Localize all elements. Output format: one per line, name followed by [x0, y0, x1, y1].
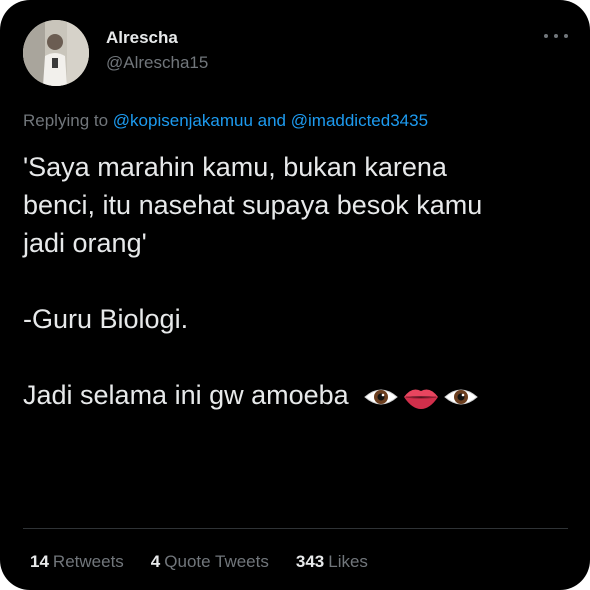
replying-to-line: Replying to @kopisenjakamuu and @imaddic… [23, 111, 428, 131]
likes-label: Likes [328, 552, 368, 571]
tweet-text: 'Saya marahin kamu, bukan karena benci, … [23, 148, 563, 414]
retweets-count: 14 [30, 552, 49, 571]
tweet-line: 'Saya marahin kamu, bukan karena [23, 152, 447, 182]
lips-icon [404, 389, 439, 409]
replying-conjunction: and [257, 111, 287, 130]
tweet-line: jadi orang' [23, 228, 147, 258]
tweet-line-text: Jadi selama ini gw amoeba [23, 380, 349, 410]
engagement-stats: 14 Retweets 4 Quote Tweets 343 Likes [30, 552, 395, 572]
mention-link-2[interactable]: @imaddicted3435 [291, 111, 428, 130]
avatar-photo [23, 20, 89, 86]
likes-stat[interactable]: 343 Likes [296, 552, 368, 572]
quote-tweets-stat[interactable]: 4 Quote Tweets [151, 552, 269, 572]
display-name[interactable]: Alrescha [106, 28, 178, 48]
eye-icon [444, 389, 478, 405]
mention-link-1[interactable]: @kopisenjakamuu [113, 111, 253, 130]
retweets-label: Retweets [52, 552, 124, 571]
tweet-line: -Guru Biologi. [23, 304, 189, 334]
quote-tweets-label: Quote Tweets [164, 552, 269, 571]
divider [23, 528, 568, 529]
eye-icon [364, 389, 398, 405]
more-options-icon[interactable] [544, 28, 568, 44]
avatar[interactable] [23, 20, 89, 86]
tweet-line: benci, itu nasehat supaya besok kamu [23, 190, 483, 220]
retweets-stat[interactable]: 14 Retweets [30, 552, 124, 572]
tweet-line-last: Jadi selama ini gw amoeba [23, 376, 563, 414]
tweet-card: Alrescha @Alrescha15 Replying to @kopise… [0, 0, 590, 590]
emoji-group [364, 384, 478, 410]
user-handle[interactable]: @Alrescha15 [106, 53, 208, 73]
replying-prefix: Replying to [23, 111, 109, 130]
likes-count: 343 [295, 552, 325, 571]
quote-tweets-count: 4 [150, 552, 161, 571]
